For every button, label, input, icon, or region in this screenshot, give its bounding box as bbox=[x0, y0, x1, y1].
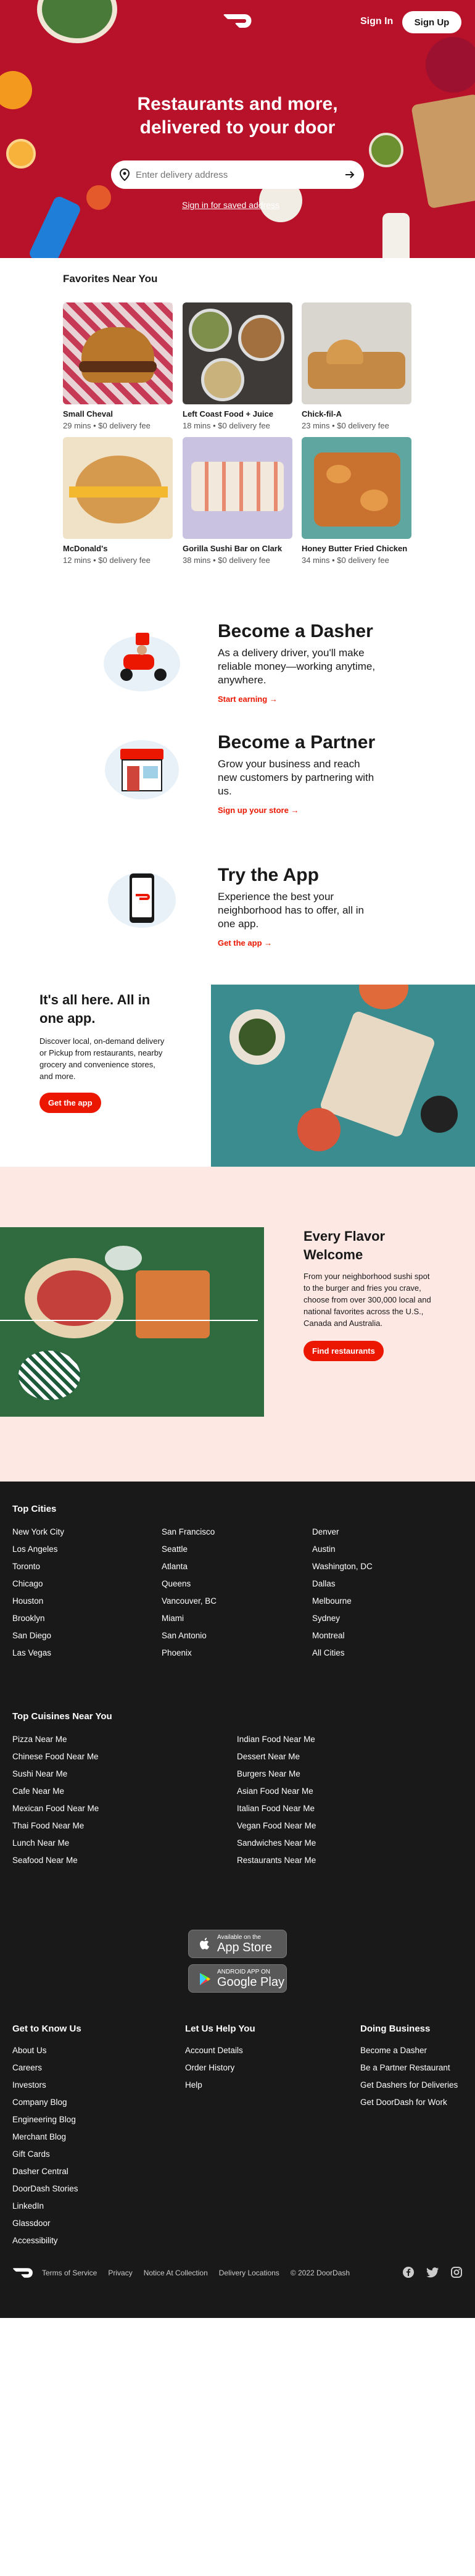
hero-section: Sign In Sign Up Restaurants and more, de… bbox=[0, 0, 475, 258]
bottle-image bbox=[382, 213, 410, 258]
orange-slice-image bbox=[6, 139, 36, 169]
hero-title: Restaurants and more, delivered to your … bbox=[0, 93, 475, 140]
page-spacer bbox=[0, 258, 475, 2576]
sports-drink-image bbox=[27, 194, 83, 258]
sign-in-saved-address-link[interactable]: Sign in for saved address bbox=[182, 200, 279, 210]
sign-in-link[interactable]: Sign In bbox=[360, 16, 393, 27]
berries-image bbox=[426, 37, 475, 93]
address-search-bar[interactable] bbox=[111, 160, 364, 189]
hero-title-line2: delivered to your door bbox=[139, 117, 336, 138]
sign-up-button[interactable]: Sign Up bbox=[402, 11, 461, 33]
salad-bowl-image bbox=[37, 0, 117, 43]
location-pin-icon bbox=[120, 169, 130, 181]
address-input[interactable] bbox=[136, 169, 344, 180]
hero-title-line1: Restaurants and more, bbox=[137, 94, 338, 114]
doordash-logo-icon[interactable] bbox=[223, 14, 252, 28]
arrow-right-icon[interactable] bbox=[344, 169, 355, 180]
cookie-plate-image bbox=[86, 185, 111, 210]
